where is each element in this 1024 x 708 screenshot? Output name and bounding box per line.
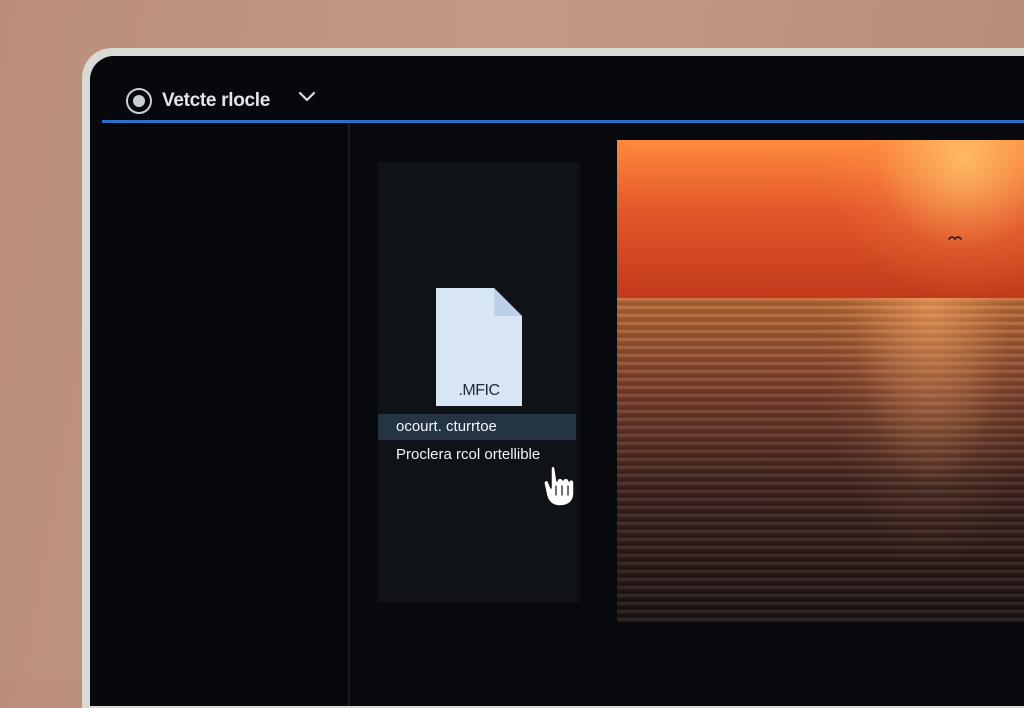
- file-panel: .MFIC ocourt. cturrtoe Proclera rcol ort…: [378, 162, 580, 602]
- sidebar: [102, 123, 350, 706]
- title-bar: Vetcte rlocle: [90, 56, 1024, 120]
- app-logo-icon: [126, 88, 152, 114]
- file-extension-label: .MFIC: [458, 382, 500, 399]
- image-preview: [617, 140, 1024, 622]
- bird-icon: [948, 236, 962, 241]
- logo-dot: [133, 95, 145, 107]
- sunset-sky: [617, 140, 1024, 298]
- chevron-down-icon[interactable]: [298, 87, 316, 105]
- hand-cursor-icon: [543, 465, 575, 507]
- sun-reflection: [797, 298, 1024, 622]
- app-window: Vetcte rlocle .MFIC ocourt. cturrtoe Pro…: [90, 56, 1024, 706]
- context-menu-item-1[interactable]: ocourt. cturrtoe: [378, 414, 576, 440]
- app-title: Vetcte rlocle: [162, 90, 271, 111]
